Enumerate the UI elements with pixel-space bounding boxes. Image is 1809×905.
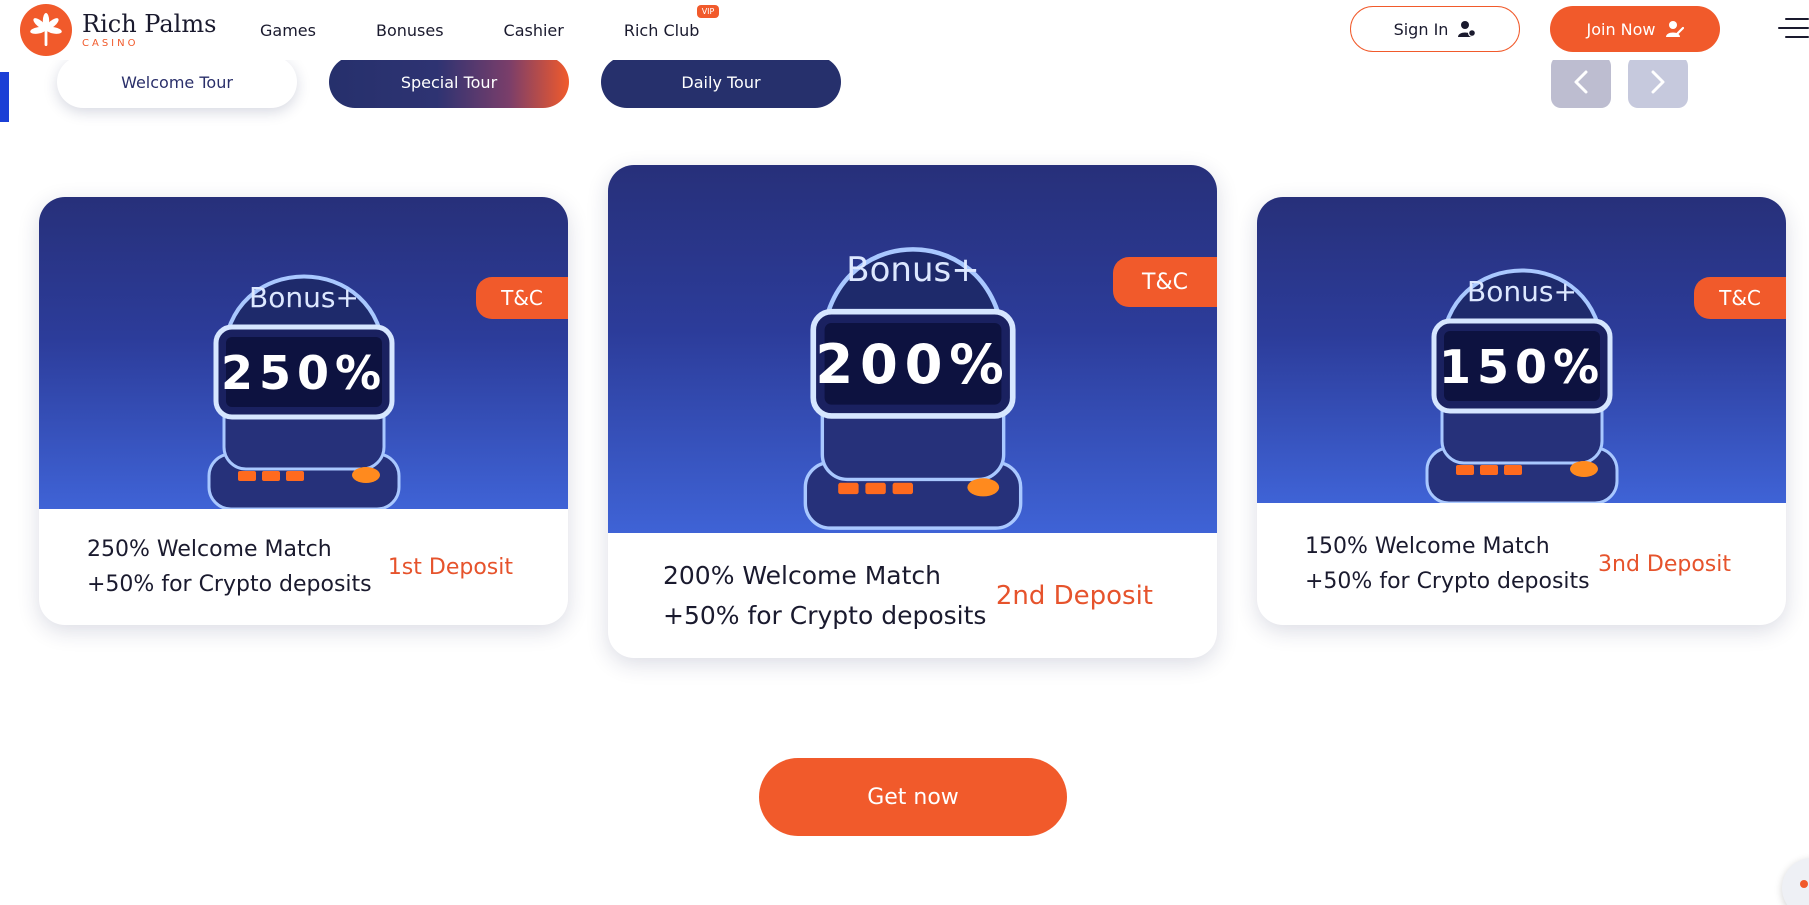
- svg-text:Bonus+: Bonus+: [846, 250, 979, 290]
- side-accent-strip: [0, 72, 9, 122]
- chevron-left-icon: [1574, 70, 1588, 94]
- sign-in-button[interactable]: Sign In: [1350, 6, 1520, 52]
- site-header: Rich Palms CASINO Games Bonuses Cashier …: [0, 0, 1809, 60]
- bonus-card-art: Bonus+ 150% T&C: [1257, 197, 1786, 503]
- sign-in-label: Sign In: [1393, 19, 1449, 39]
- terms-conditions-button[interactable]: T&C: [1113, 257, 1217, 307]
- carousel-prev-button[interactable]: [1551, 56, 1611, 108]
- bonus-subtitle: +50% for Crypto deposits: [1305, 569, 1590, 594]
- bonus-card-art: Bonus+ 200% T&C: [608, 165, 1217, 533]
- svg-text:200%: 200%: [815, 333, 1010, 396]
- bonus-card-1[interactable]: Bonus+ 250% T&C 250% Welcome Match +50% …: [39, 197, 568, 625]
- user-icon: [1458, 21, 1477, 37]
- vip-badge: VIP: [696, 4, 720, 18]
- bonus-card-2[interactable]: Bonus+ 200% T&C 200% Welcome Match +50% …: [608, 165, 1217, 658]
- palm-logo-icon: [20, 4, 72, 56]
- bonus-card-body: 200% Welcome Match +50% for Crypto depos…: [608, 533, 1217, 658]
- bonus-subtitle: +50% for Crypto deposits: [87, 572, 372, 597]
- nav-rich-club[interactable]: Rich Club VIP: [623, 4, 720, 40]
- menu-icon[interactable]: [1778, 18, 1809, 42]
- bonus-card-art: Bonus+ 250% T&C: [39, 197, 568, 509]
- bonus-card-body: 150% Welcome Match +50% for Crypto depos…: [1257, 503, 1786, 625]
- svg-text:150%: 150%: [1438, 340, 1604, 394]
- join-now-label: Join Now: [1586, 19, 1656, 39]
- bonus-description: 150% Welcome Match +50% for Crypto depos…: [1305, 529, 1598, 599]
- bonus-description: 250% Welcome Match +50% for Crypto depos…: [87, 532, 388, 602]
- deposit-label: 2nd Deposit: [995, 580, 1153, 611]
- main-nav: Games Bonuses Cashier Rich Club VIP: [260, 0, 759, 60]
- bonus-title: 200% Welcome Match: [663, 560, 942, 590]
- terms-conditions-button[interactable]: T&C: [476, 277, 568, 319]
- bonus-description: 200% Welcome Match +50% for Crypto depos…: [663, 556, 996, 636]
- tab-welcome-tour[interactable]: Welcome Tour: [57, 56, 297, 108]
- brand-name: Rich Palms: [82, 9, 217, 38]
- deposit-label: 1st Deposit: [387, 554, 513, 580]
- join-now-button[interactable]: Join Now: [1550, 6, 1720, 52]
- bonus-card-3[interactable]: Bonus+ 150% T&C 150% Welcome Match +50% …: [1257, 197, 1786, 625]
- brand-sub: CASINO: [82, 37, 139, 49]
- svg-text:Bonus+: Bonus+: [249, 281, 359, 314]
- bonus-card-body: 250% Welcome Match +50% for Crypto depos…: [39, 509, 568, 625]
- bonus-title: 250% Welcome Match: [87, 537, 332, 562]
- chevron-right-icon: [1651, 70, 1665, 94]
- slot-machine-icon: Bonus+ 150%: [1425, 268, 1618, 503]
- tab-special-tour[interactable]: Special Tour: [329, 56, 569, 108]
- nav-games[interactable]: Games: [260, 21, 316, 40]
- bonus-title: 150% Welcome Match: [1305, 534, 1550, 559]
- tab-daily-tour[interactable]: Daily Tour: [601, 56, 841, 108]
- user-plus-icon: [1665, 21, 1684, 37]
- slot-machine-icon: Bonus+ 250%: [207, 274, 400, 509]
- nav-bonuses[interactable]: Bonuses: [376, 21, 444, 40]
- chat-widget-icon[interactable]: [1782, 858, 1809, 905]
- slot-machine-icon: Bonus+ 200%: [803, 247, 1022, 530]
- nav-cashier[interactable]: Cashier: [504, 21, 564, 40]
- svg-text:250%: 250%: [220, 346, 386, 400]
- carousel-next-button[interactable]: [1628, 56, 1688, 108]
- logo[interactable]: Rich Palms CASINO: [20, 4, 216, 56]
- get-now-button[interactable]: Get now: [759, 758, 1067, 836]
- nav-rich-club-label: Rich Club: [623, 20, 700, 40]
- svg-text:Bonus+: Bonus+: [1467, 275, 1577, 308]
- deposit-label: 3nd Deposit: [1598, 551, 1731, 577]
- bonus-subtitle: +50% for Crypto deposits: [663, 600, 987, 630]
- terms-conditions-button[interactable]: T&C: [1694, 277, 1786, 319]
